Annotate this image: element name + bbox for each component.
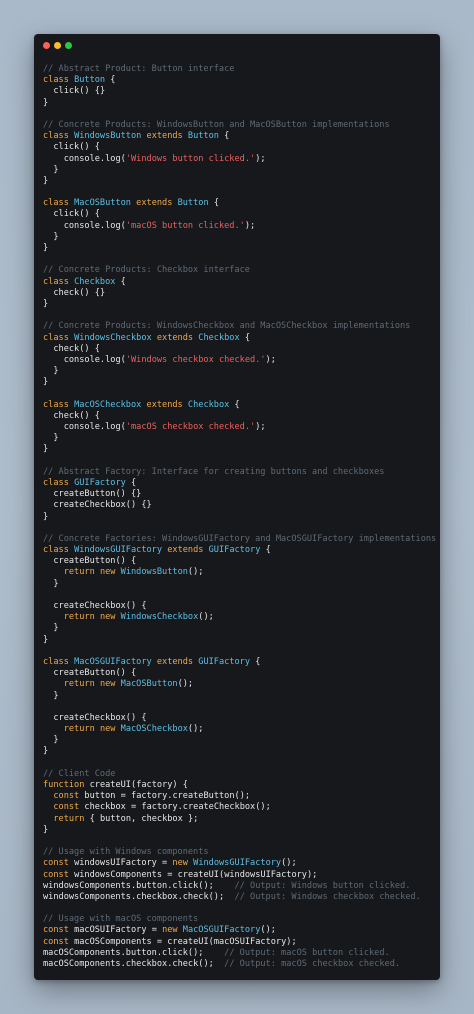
code-line: const button = factory.createButton(); — [53, 791, 251, 802]
code-comment-line: // Concrete Products: WindowsButton and … — [43, 119, 390, 130]
code-line: function createUI(factory) { — [43, 780, 188, 790]
code-line: click() {} — [53, 86, 106, 97]
code-block: // Abstract Product: Button interface cla… — [43, 64, 436, 970]
code-line: } — [53, 578, 59, 589]
code-line: windowsComponents.checkbox.check(); // O… — [43, 891, 421, 902]
code-line: createButton() { — [53, 668, 137, 679]
code-line: click() { — [53, 142, 100, 153]
code-comment-line: // Abstract Product: Button interface — [43, 64, 235, 74]
code-line: class WindowsButton extends Button { — [43, 131, 230, 142]
window-titlebar — [34, 34, 440, 58]
close-button[interactable] — [43, 42, 50, 49]
code-line: macOSComponents.checkbox.check(); // Out… — [43, 959, 401, 969]
code-line: } — [43, 243, 49, 253]
code-line: createCheckbox() { — [53, 712, 147, 723]
code-line: } — [43, 97, 49, 108]
code-line: createButton() {} — [53, 489, 142, 500]
code-line: } — [43, 634, 49, 645]
code-line: windowsComponents.button.click(); // Out… — [43, 880, 411, 891]
code-comment-line: // Concrete Factories: WindowsGUIFactory… — [43, 533, 437, 544]
code-line: class WindowsCheckbox extends Checkbox { — [43, 332, 251, 343]
code-line: class Checkbox { — [43, 276, 126, 287]
code-line: return new WindowsCheckbox(); — [63, 612, 214, 623]
code-line: return new WindowsButton(); — [63, 567, 204, 578]
code-line: createCheckbox() {} — [53, 500, 152, 511]
code-line: class WindowsGUIFactory extends GUIFacto… — [43, 545, 271, 556]
code-line: } — [53, 164, 59, 175]
code-line: class Button { — [43, 75, 116, 86]
code-line: } — [43, 298, 49, 309]
code-line: macOSComponents.button.click(); // Outpu… — [43, 947, 390, 958]
code-line: } — [43, 444, 49, 455]
code-line: class GUIFactory { — [43, 477, 137, 488]
code-line: const windowsUIFactory = new WindowsGUIF… — [43, 858, 297, 869]
code-line: } — [43, 511, 49, 522]
code-line: const macOSUIFactory = new MacOSGUIFacto… — [43, 925, 276, 936]
code-line: check() { — [53, 343, 100, 354]
code-line: return new MacOSCheckbox(); — [63, 724, 204, 735]
code-line: class MacOSButton extends Button { — [43, 198, 219, 209]
code-comment-line: // Usage with Windows components — [43, 847, 209, 858]
code-line: } — [43, 746, 49, 757]
code-comment-line: // Client Code — [43, 768, 116, 779]
code-line: console.log('Windows button clicked.'); — [63, 153, 266, 164]
code-line: const checkbox = factory.createCheckbox(… — [53, 802, 271, 813]
code-line: } — [53, 623, 59, 634]
code-line: } — [43, 175, 49, 186]
code-line: click() { — [53, 209, 100, 220]
code-line: } — [43, 824, 49, 835]
code-comment-line: // Concrete Products: Checkbox interface — [43, 265, 250, 276]
code-line: } — [53, 366, 59, 377]
code-line: } — [53, 690, 59, 701]
code-line: createButton() { — [53, 556, 137, 567]
code-line: check() {} — [53, 287, 106, 298]
code-line: check() { — [53, 410, 100, 421]
code-line: const macOSComponents = createUI(macOSUI… — [43, 936, 297, 947]
code-comment-line: // Abstract Factory: Interface for creat… — [43, 466, 385, 477]
code-line: return new MacOSButton(); — [63, 679, 194, 690]
code-line: console.log('macOS checkbox checked.'); — [63, 422, 266, 432]
code-line: } — [43, 377, 49, 388]
code-comment-line: // Usage with macOS components — [43, 914, 199, 925]
code-window: // Abstract Product: Button interface cla… — [34, 34, 440, 980]
code-line: } — [53, 231, 59, 242]
code-line: console.log('macOS button clicked.'); — [63, 220, 256, 231]
maximize-button[interactable] — [65, 42, 72, 49]
minimize-button[interactable] — [54, 42, 61, 49]
code-line: } — [53, 735, 59, 746]
code-line: return { button, checkbox }; — [53, 813, 199, 824]
code-line: } — [53, 433, 59, 444]
code-line: class MacOSGUIFactory extends GUIFactory… — [43, 656, 261, 667]
code-line: console.log('Windows checkbox checked.')… — [63, 354, 276, 365]
code-line: const windowsComponents = createUI(windo… — [43, 869, 318, 880]
code-comment-line: // Concrete Products: WindowsCheckbox an… — [43, 321, 411, 332]
code-line: createCheckbox() { — [53, 601, 147, 611]
code-line: class MacOSCheckbox extends Checkbox { — [43, 399, 240, 410]
